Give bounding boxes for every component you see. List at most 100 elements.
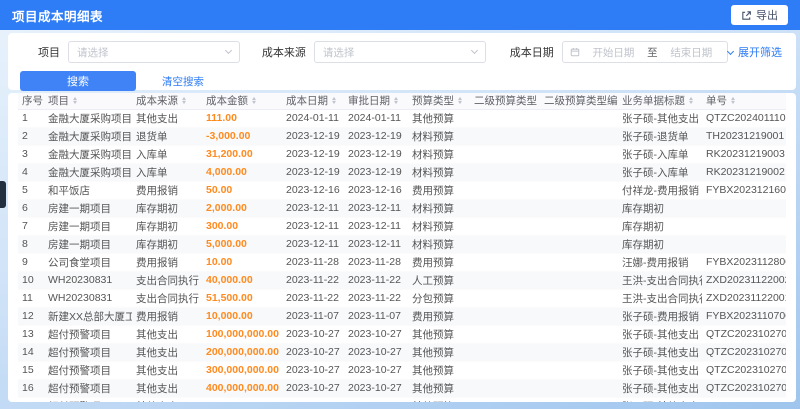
cell-doc-no: TH20231219001: [706, 130, 785, 142]
cell-doc-title: 张子硕-退货单: [622, 130, 689, 143]
cell-sub-budget-type-code: [540, 271, 618, 289]
column-header-project[interactable]: 项目 ▲ ▼: [44, 93, 132, 110]
clear-search-button[interactable]: 清空搜索: [162, 74, 204, 89]
export-button[interactable]: 导出: [731, 5, 788, 25]
cell-sub-budget-type-code: [540, 163, 618, 181]
sort-icon[interactable]: ▲ ▼: [393, 97, 400, 106]
cell-cost-source: 其他支出: [136, 382, 178, 395]
table-row: 1 金融大厦采购项目 其他支出 111.00 2024-01-11 2024-01-11 其…: [18, 109, 786, 127]
cell-index: 2: [22, 130, 28, 142]
sort-icon[interactable]: ▲ ▼: [688, 97, 695, 106]
cost-source-select-placeholder: 请选择: [322, 46, 355, 59]
cell-cost-source: 其他支出: [136, 112, 178, 125]
sort-icon[interactable]: ▲ ▼: [730, 97, 737, 106]
expand-filters-link[interactable]: 展开筛选: [726, 44, 782, 60]
sort-icon[interactable]: ▲ ▼: [181, 97, 188, 106]
cell-cost-date: 2023-10-27: [286, 364, 340, 376]
cell-approval-date: 2023-12-19: [348, 166, 402, 178]
cost-source-select[interactable]: 请选择: [313, 41, 486, 63]
project-select[interactable]: 请选择: [68, 41, 240, 63]
cell-sub-budget-type: [470, 127, 540, 145]
export-icon: [742, 10, 751, 20]
cost-table: 序号 项目 ▲ ▼ 成本来源 ▲ ▼ 成本金额 ▲ ▼ 成本日期 ▲ ▼ 审批日期 ▲ ▼ 预算类型 ▲ ▼ 二级预算…: [18, 93, 786, 402]
sort-icon[interactable]: ▲ ▼: [331, 97, 338, 106]
column-header-approval-date[interactable]: 审批日期 ▲ ▼: [344, 93, 408, 110]
cell-project: WH20230831: [48, 292, 113, 304]
cell-doc-no: ZXD20231122001: [706, 292, 786, 304]
cell-sub-budget-type: [470, 109, 540, 127]
cell-cost-amount: 51,500.00: [206, 292, 253, 304]
sort-icon[interactable]: ▲ ▼: [457, 97, 464, 106]
cell-index: 10: [22, 274, 34, 286]
cell-index: 14: [22, 346, 34, 358]
column-header-doc-title[interactable]: 业务单据标题 ▲ ▼: [618, 93, 702, 110]
cell-sub-budget-type: [470, 361, 540, 379]
cell-cost-date: 2023-10-27: [286, 346, 340, 358]
sort-icon[interactable]: ▲ ▼: [72, 97, 79, 106]
cell-doc-no: QTZC20231027002: [702, 397, 786, 402]
table-body: 1 金融大厦采购项目 其他支出 111.00 2024-01-11 2024-01-11 其…: [18, 109, 786, 402]
cell-sub-budget-type-code: [540, 181, 618, 199]
cell-sub-budget-type: [470, 163, 540, 181]
cell-doc-title: 张子硕-其他支出: [622, 328, 699, 341]
column-label: 成本日期: [286, 95, 328, 108]
cell-project: 金融大厦采购项目: [48, 130, 132, 143]
cell-doc-title: 库存期初: [622, 220, 664, 233]
cell-budget-type: 其他预算: [412, 382, 454, 395]
cell-sub-budget-type-code: [540, 361, 618, 379]
cell-doc-title: 张子硕-入库单: [622, 166, 689, 179]
cell-cost-amount: 100,000,000.00: [206, 328, 279, 340]
cell-cost-source: 退货单: [136, 130, 168, 143]
calendar-icon: [570, 48, 579, 57]
start-date-input[interactable]: 开始日期: [585, 45, 642, 60]
cell-project: 超付预警项目: [48, 364, 111, 377]
end-date-input[interactable]: 结束日期: [663, 45, 720, 60]
table-header-row: 序号 项目 ▲ ▼ 成本来源 ▲ ▼ 成本金额 ▲ ▼ 成本日期 ▲ ▼ 审批日期 ▲ ▼ 预算类型 ▲ ▼ 二级预算…: [18, 93, 786, 110]
project-filter-label: 项目: [38, 47, 60, 59]
collapsed-side-panel-handle[interactable]: [0, 181, 6, 208]
cell-sub-budget-type-code: [540, 253, 618, 271]
cell-cost-date: 2024-01-11: [286, 112, 339, 124]
cell-sub-budget-type-code: [540, 307, 618, 325]
cell-cost-date: 2023-10-27: [286, 382, 340, 394]
cell-sub-budget-type: [470, 325, 540, 343]
table-row: 5 和平饭店 费用报销 50.00 2023-12-16 2023-12-16 费用预算 付祥…: [18, 181, 786, 199]
cell-sub-budget-type: [470, 145, 540, 163]
cell-sub-budget-type: [470, 199, 540, 217]
cell-cost-date: 2023-11-28: [286, 256, 339, 268]
cost-source-filter-label: 成本来源: [261, 47, 306, 59]
table-row: 14 超付预警项目 其他支出 200,000,000.00 2023-10-27 2023…: [18, 343, 786, 361]
table-row: 8 房建一期项目 库存期初 5,000.00 2023-12-11 2023-12-11 材…: [18, 235, 786, 253]
column-header-cost-date[interactable]: 成本日期 ▲ ▼: [282, 93, 344, 110]
cell-approval-date: 2023-12-11: [348, 220, 401, 232]
cell-cost-amount: 300.00: [206, 220, 239, 232]
chevron-down-icon: [726, 47, 735, 56]
table-row: 3 金融大厦采购项目 入库单 31,200.00 2023-12-19 2023-12-1…: [18, 145, 786, 163]
column-header-doc-no[interactable]: 单号 ▲ ▼: [702, 93, 786, 110]
cell-cost-amount: 4,000.00: [206, 166, 247, 178]
cell-budget-type: 材料预算: [412, 202, 454, 215]
column-header-budget-type[interactable]: 预算类型 ▲ ▼: [408, 93, 470, 110]
cell-sub-budget-type-code: [540, 343, 618, 361]
top-header-bar: 项目成本明细表 导出: [0, 0, 800, 30]
cell-index: 17: [18, 397, 44, 402]
column-label: 业务单据标题: [622, 95, 685, 108]
cell-approval-date: 2023-12-11: [348, 238, 401, 250]
sort-icon[interactable]: ▲ ▼: [251, 97, 258, 106]
column-header-sub-budget-type[interactable]: 二级预算类型▲▼: [470, 93, 540, 110]
cell-cost-source: 库存期初: [136, 202, 178, 215]
cell-budget-type: 材料预算: [412, 166, 454, 179]
cell-cost-date: 2023-11-22: [286, 292, 339, 304]
cell-sub-budget-type-code: [540, 199, 618, 217]
cell-cost-source: 库存期初: [136, 220, 178, 233]
cost-date-range-picker[interactable]: 开始日期 至 结束日期: [561, 41, 728, 63]
column-header-cost-amount[interactable]: 成本金额 ▲ ▼: [202, 93, 282, 110]
cell-sub-budget-type: [470, 379, 540, 397]
cell-index: 6: [22, 202, 28, 214]
column-header-sub-budget-type-code[interactable]: 二级预算类型编码▲▼: [540, 93, 618, 110]
cell-approval-date: 2023-10-27: [348, 328, 402, 340]
column-header-cost-source[interactable]: 成本来源 ▲ ▼: [132, 93, 202, 110]
search-button[interactable]: 搜索: [20, 71, 136, 91]
export-label: 导出: [756, 10, 778, 22]
cell-cost-source: 费用报销: [136, 310, 178, 323]
